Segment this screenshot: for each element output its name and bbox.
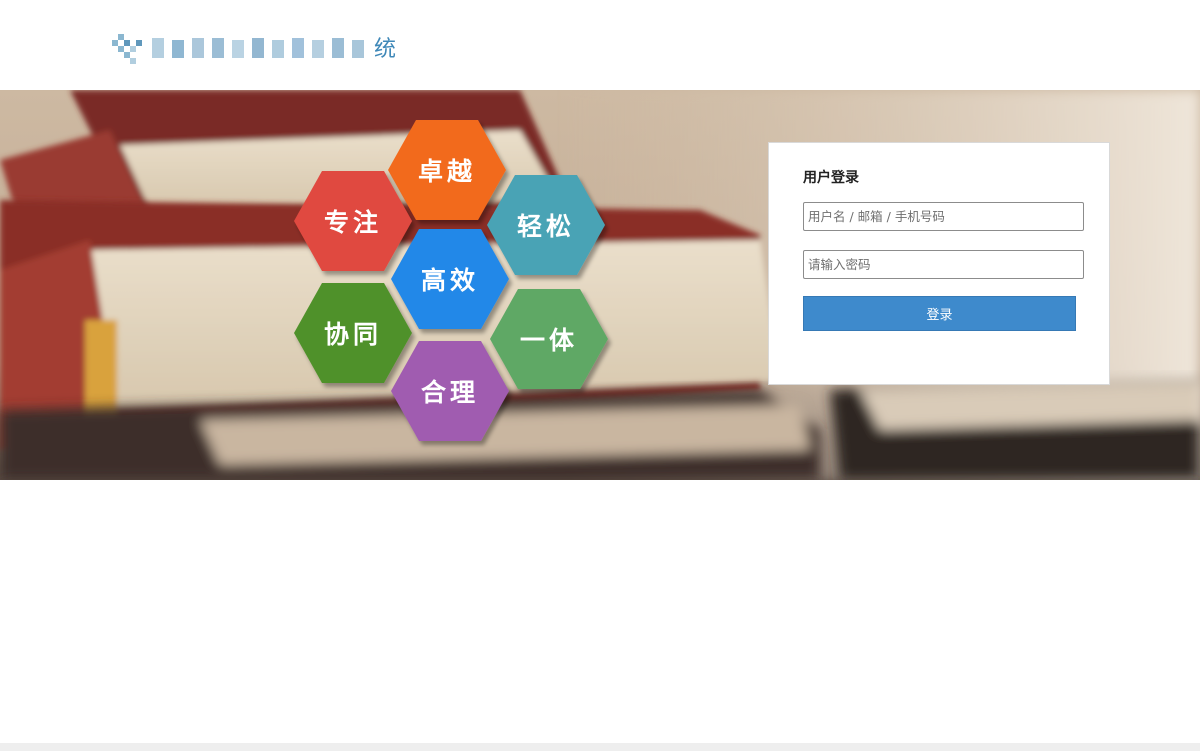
password-input[interactable] — [803, 250, 1084, 279]
hex-label: 高效 — [421, 266, 479, 295]
hex-label: 合理 — [421, 378, 479, 407]
login-panel: 用户登录 登录 — [768, 142, 1110, 385]
login-title: 用户登录 — [803, 170, 859, 186]
logo-last-char: 统 — [374, 37, 396, 62]
username-input[interactable] — [803, 202, 1084, 231]
hex-label: 一体 — [520, 326, 578, 355]
logo-graphic: 统 — [112, 34, 396, 64]
system-logo[interactable]: 统 — [110, 26, 402, 68]
login-button[interactable]: 登录 — [803, 296, 1076, 331]
footer-bar — [0, 743, 1200, 751]
page-header: 统 — [0, 0, 1200, 90]
hex-label: 协同 — [324, 320, 382, 349]
hex-label: 专注 — [324, 208, 382, 237]
hex-label: 卓越 — [418, 157, 476, 186]
hex-label: 轻松 — [517, 212, 575, 241]
